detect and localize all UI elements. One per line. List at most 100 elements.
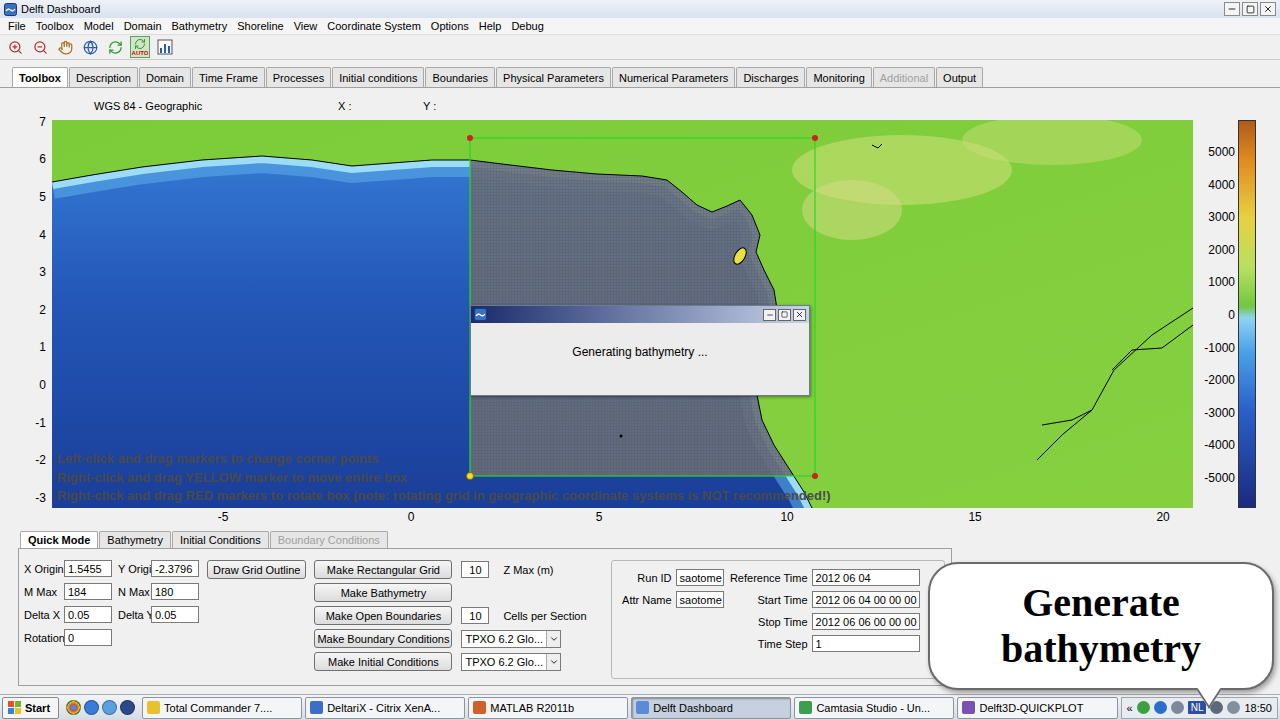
browser-icon[interactable] xyxy=(84,700,99,715)
field-label: N Max xyxy=(112,586,151,598)
tray-app-icon[interactable] xyxy=(1137,701,1150,714)
tab-bar: ToolboxDescriptionDomainTime FrameProces… xyxy=(10,67,1270,87)
menu-item[interactable]: Model xyxy=(79,20,119,32)
refresh-button[interactable] xyxy=(105,36,125,58)
action-button[interactable]: Make Boundary Conditions xyxy=(314,629,452,648)
tab[interactable]: Discharges xyxy=(736,67,805,87)
tab[interactable]: Boundaries xyxy=(425,67,495,87)
menu-item[interactable]: Bathymetry xyxy=(167,20,233,32)
menu-item[interactable]: Debug xyxy=(506,20,548,32)
subtab[interactable]: Quick Mode xyxy=(20,531,98,548)
red-marker[interactable] xyxy=(467,135,473,141)
field-input[interactable]: 180 xyxy=(151,583,199,600)
tab[interactable]: Description xyxy=(69,67,138,87)
field-input[interactable]: 0 xyxy=(64,629,112,646)
menu-item[interactable]: Domain xyxy=(119,20,167,32)
menu-item[interactable]: File xyxy=(3,20,31,32)
subtab[interactable]: Initial Conditions xyxy=(172,531,269,548)
red-marker[interactable] xyxy=(812,473,818,479)
river xyxy=(1037,308,1193,460)
tab[interactable]: Processes xyxy=(266,67,331,87)
maximize-button[interactable] xyxy=(1242,2,1258,16)
tray-app-icon[interactable] xyxy=(1154,701,1167,714)
globe-button[interactable] xyxy=(80,36,100,58)
y-tick: 1 xyxy=(39,340,46,354)
taskbar-button[interactable]: MATLAB R2011b xyxy=(468,697,628,719)
menu-item[interactable]: Shoreline xyxy=(232,20,288,32)
action-button[interactable]: Make Open Boundaries xyxy=(314,606,452,625)
action-button[interactable]: Make Rectangular Grid xyxy=(314,560,452,579)
tab[interactable]: Domain xyxy=(139,67,191,87)
subtab[interactable]: Bathymetry xyxy=(99,531,171,548)
menu-item[interactable]: Help xyxy=(474,20,507,32)
taskbar-button[interactable]: Total Commander 7.... xyxy=(142,697,302,719)
dialog-minimize-button[interactable] xyxy=(763,309,776,321)
action-button[interactable]: Make Initial Conditions xyxy=(314,652,452,671)
zoom-in-button[interactable] xyxy=(5,36,25,58)
dialog-close-button[interactable] xyxy=(793,309,806,321)
tab[interactable]: Numerical Parameters xyxy=(612,67,735,87)
draw-grid-outline-button[interactable]: Draw Grid Outline xyxy=(207,560,306,579)
window-title: Delft Dashboard xyxy=(21,3,1220,15)
language-indicator[interactable]: NL xyxy=(1188,701,1207,714)
action-unit: Z Max (m) xyxy=(503,564,553,576)
field-input[interactable]: 2012 06 04 00 00 00 xyxy=(812,591,920,608)
menu-item[interactable]: Options xyxy=(426,20,474,32)
action-row: Make Rectangular Grid 10 Z Max (m) xyxy=(314,560,586,579)
start-button[interactable]: Start xyxy=(2,697,59,719)
chrome-icon[interactable] xyxy=(66,700,81,715)
media-icon[interactable] xyxy=(120,700,135,715)
field-input[interactable]: 1.5455 xyxy=(64,560,112,577)
action-input[interactable]: 10 xyxy=(461,607,489,624)
field-input[interactable]: saotome xyxy=(676,569,724,586)
menu-item[interactable]: View xyxy=(289,20,323,32)
zoom-out-button[interactable] xyxy=(30,36,50,58)
tab[interactable]: Time Frame xyxy=(192,67,265,87)
clock[interactable]: 18:50 xyxy=(1244,702,1272,714)
minimize-button[interactable] xyxy=(1224,2,1240,16)
close-button[interactable] xyxy=(1260,2,1276,16)
colorbar-tick: 4000 xyxy=(1208,178,1235,192)
tab[interactable]: Output xyxy=(936,67,983,87)
volume-icon[interactable] xyxy=(1227,701,1240,714)
tab[interactable]: Toolbox xyxy=(12,67,68,87)
action-input[interactable]: 10 xyxy=(461,561,489,578)
action-select[interactable]: TPXO 6.2 Glo... xyxy=(461,653,561,671)
taskbar-button[interactable]: Delft Dashboard xyxy=(631,697,791,719)
action-button[interactable]: Make Bathymetry xyxy=(314,583,452,602)
select-arrow xyxy=(546,631,560,647)
red-marker[interactable] xyxy=(812,135,818,141)
explorer-icon[interactable] xyxy=(102,700,117,715)
colorbar-tick: -4000 xyxy=(1204,438,1235,452)
field-input[interactable]: saotome xyxy=(676,591,724,608)
colorbar-tick: -2000 xyxy=(1204,373,1235,387)
x-readout: X : xyxy=(338,100,423,112)
menu-item[interactable]: Coordinate System xyxy=(322,20,426,32)
menu-item[interactable]: Toolbox xyxy=(31,20,79,32)
action-select[interactable]: TPXO 6.2 Glo... xyxy=(461,630,561,648)
field-input[interactable]: 184 xyxy=(64,583,112,600)
field-input[interactable]: 1 xyxy=(812,635,920,652)
tray-expand[interactable]: « xyxy=(1127,702,1133,714)
field-input[interactable]: -2.3796 xyxy=(151,560,199,577)
field-input[interactable]: 0.05 xyxy=(64,606,112,623)
x-tick: 0 xyxy=(408,510,415,524)
taskbar-button[interactable]: Camtasia Studio - Un... xyxy=(794,697,954,719)
chart-button[interactable] xyxy=(155,36,175,58)
grid-outline[interactable] xyxy=(470,138,815,476)
taskbar-button[interactable]: Delft3D-QUICKPLOT xyxy=(957,697,1117,719)
auto-refresh-button[interactable]: AUTO xyxy=(130,36,150,58)
field-input[interactable]: 2012 06 04 xyxy=(812,569,920,586)
tab[interactable]: Physical Parameters xyxy=(496,67,611,87)
y-tick: -1 xyxy=(35,416,46,430)
dialog-maximize-button[interactable] xyxy=(778,309,791,321)
field-input[interactable]: 0.05 xyxy=(151,606,199,623)
tab[interactable]: Monitoring xyxy=(806,67,871,87)
tab[interactable]: Initial conditions xyxy=(332,67,424,87)
tray-app-icon[interactable] xyxy=(1171,701,1184,714)
pan-button[interactable] xyxy=(55,36,75,58)
field-input[interactable]: 2012 06 06 00 00 00 xyxy=(812,613,920,630)
field-label: M Max xyxy=(24,586,64,598)
yellow-marker[interactable] xyxy=(467,473,474,480)
taskbar-button[interactable]: DeltariX - Citrix XenA... xyxy=(305,697,465,719)
